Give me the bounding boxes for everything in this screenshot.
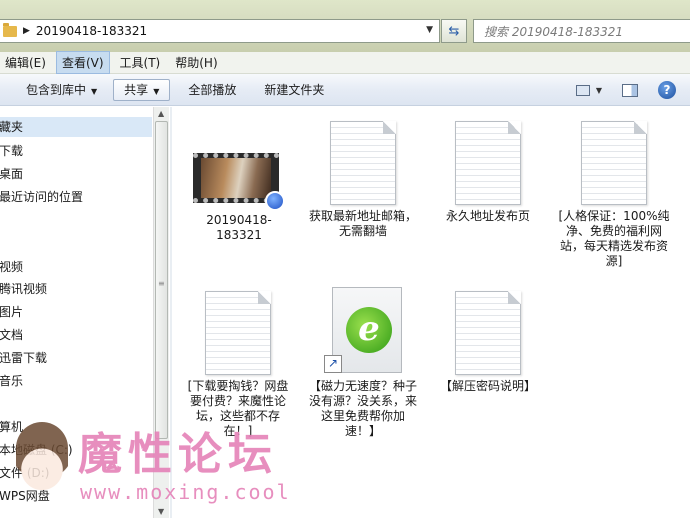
nav-item-tencent-video[interactable]: 腾讯视频 [0, 280, 47, 297]
file-name: 永久地址发布页 [445, 209, 530, 223]
menu-view[interactable]: 查看(V) [55, 51, 110, 74]
nav-item-desktop[interactable]: 桌面 [0, 165, 23, 182]
scroll-up-icon[interactable]: ▲ [158, 109, 164, 118]
share-button[interactable]: 共享 ▼ [113, 78, 171, 101]
scroll-down-icon[interactable]: ▼ [158, 507, 164, 516]
include-in-library-label: 包含到库中 [26, 83, 87, 97]
help-icon[interactable]: ? [658, 81, 676, 99]
new-folder-button[interactable]: 新建文件夹 [256, 81, 332, 98]
refresh-button[interactable]: ⇆ [441, 19, 467, 43]
change-view-icon[interactable] [575, 84, 590, 96]
video-thumbnail [201, 158, 271, 198]
nav-item-wps-cloud[interactable]: WPS网盘 [0, 487, 50, 504]
file-name: 20190418-183321 [206, 213, 272, 242]
file-item-text[interactable]: 【解压密码说明】 [433, 291, 543, 394]
folder-icon [3, 22, 17, 37]
title-bar: ▶ 20190418-183321 ▼ ⇆ 搜索 20190418-183321 [0, 0, 690, 52]
text-file-icon [455, 121, 521, 205]
command-bar: 包含到库中 ▼ 共享 ▼ 全部播放 新建文件夹 ▼ ? [0, 74, 690, 106]
preview-pane-icon[interactable] [622, 83, 638, 97]
browser-shortcut-icon: e ↗ [324, 287, 402, 373]
file-item-text[interactable]: [下载要掏钱？网盘要付费？来魔性论坛，这些都不存在！] [183, 291, 293, 439]
share-label: 共享 [124, 82, 149, 97]
nav-item-downloads[interactable]: 下载 [0, 142, 23, 159]
include-in-library-button[interactable]: 包含到库中 ▼ [18, 81, 105, 98]
nav-item-recent-places[interactable]: 最近访问的位置 [0, 188, 83, 205]
file-name: 获取最新地址邮箱，无需翻墙 [308, 209, 417, 238]
nav-item-local-disk-c[interactable]: 本地磁盘 (C:) [0, 441, 73, 458]
file-name: [下载要掏钱？网盘要付费？来魔性论坛，这些都不存在！] [187, 379, 289, 438]
text-file-icon [581, 121, 647, 205]
refresh-icon: ⇆ [448, 23, 460, 39]
breadcrumb-arrow-icon[interactable]: ▶ [23, 26, 30, 36]
text-file-icon [205, 291, 271, 375]
text-file-icon [330, 121, 396, 205]
nav-item-xunlei-download[interactable]: 迅雷下载 [0, 349, 47, 366]
browser-e-icon: e [346, 307, 392, 353]
chevron-down-icon: ▼ [91, 87, 98, 96]
file-item-text[interactable]: 永久地址发布页 [433, 121, 543, 224]
text-file-icon [455, 291, 521, 375]
nav-item-pictures[interactable]: 图片 [0, 303, 23, 320]
navigation-pane: 藏夹 下载 桌面 最近访问的位置 视频 腾讯视频 图片 文档 迅雷下载 音乐 算… [0, 107, 153, 518]
navigation-scrollbar[interactable]: ▲ ≡ ▼ [153, 107, 169, 518]
menu-bar: 编辑(E) 查看(V) 工具(T) 帮助(H) [0, 51, 690, 74]
nav-item-videos[interactable]: 视频 [0, 258, 23, 275]
search-input[interactable]: 搜索 20190418-183321 [473, 19, 690, 43]
player-badge-icon [265, 191, 285, 211]
file-name: 【解压密码说明】 [439, 379, 536, 393]
file-name: [人格保证：100%纯净、免费的福利网站，每天精选发布资源] [558, 209, 670, 268]
view-options-chevron-icon[interactable]: ▼ [596, 86, 602, 95]
nav-item-favorites[interactable]: 藏夹 [0, 117, 152, 137]
file-item-shortcut[interactable]: e ↗ 【磁力无速度？种子没有源？没关系，来这里免费帮你加速！】 [308, 287, 418, 439]
shortcut-arrow-icon: ↗ [324, 355, 342, 373]
file-list: 20190418-183321 获取最新地址邮箱，无需翻墙 永久地址发布页 [人… [172, 107, 690, 518]
file-item-video[interactable]: 20190418-183321 [184, 143, 294, 243]
menu-tools[interactable]: 工具(T) [115, 52, 166, 73]
nav-item-drive-d[interactable]: 文件 (D:) [0, 464, 49, 481]
chevron-down-icon: ▼ [153, 86, 160, 96]
nav-item-music[interactable]: 音乐 [0, 372, 23, 389]
address-bar[interactable]: ▶ 20190418-183321 ▼ [0, 19, 440, 43]
menu-edit[interactable]: 编辑(E) [0, 52, 51, 73]
nav-item-computer[interactable]: 算机 [0, 418, 23, 435]
file-name: 【磁力无速度？种子没有源？没关系，来这里免费帮你加速！】 [308, 379, 417, 438]
file-item-text[interactable]: [人格保证：100%纯净、免费的福利网站，每天精选发布资源] [558, 121, 670, 269]
scroll-grip-icon: ≡ [158, 279, 165, 288]
nav-item-documents[interactable]: 文档 [0, 326, 23, 343]
play-all-button[interactable]: 全部播放 [180, 81, 244, 98]
menu-help[interactable]: 帮助(H) [170, 52, 222, 73]
file-item-text[interactable]: 获取最新地址邮箱，无需翻墙 [308, 121, 418, 239]
video-file-icon [193, 153, 285, 211]
address-dropdown-icon[interactable]: ▼ [426, 25, 433, 35]
breadcrumb-path[interactable]: 20190418-183321 [36, 24, 147, 38]
